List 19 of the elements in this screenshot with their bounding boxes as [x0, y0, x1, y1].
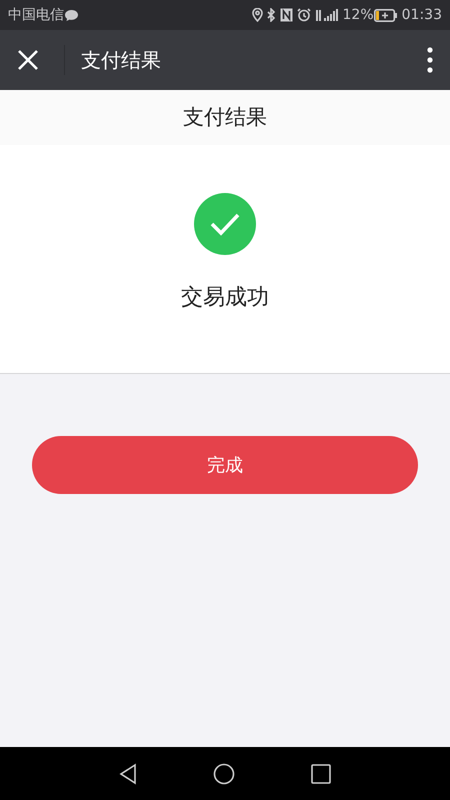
recent-apps-button[interactable]: [311, 764, 331, 784]
back-button[interactable]: [119, 762, 137, 784]
app-bar-title: 支付结果: [81, 47, 161, 74]
bluetooth-icon: [266, 8, 276, 22]
done-button[interactable]: 完成: [32, 436, 418, 494]
home-button[interactable]: [213, 762, 235, 784]
location-icon: [252, 8, 263, 22]
battery-icon: [374, 8, 398, 22]
alarm-icon: [296, 8, 311, 22]
signal-icon: [314, 8, 339, 22]
page-title: 支付结果: [183, 104, 267, 131]
carrier-name: 中国电信: [8, 6, 64, 24]
result-message: 交易成功: [181, 284, 269, 312]
close-button[interactable]: [16, 48, 40, 72]
chat-icon: [64, 8, 79, 22]
more-menu-button[interactable]: [426, 47, 434, 73]
nfc-icon: [280, 8, 293, 22]
battery-percent: 12%: [342, 6, 374, 24]
clock: 01:33: [402, 6, 442, 24]
